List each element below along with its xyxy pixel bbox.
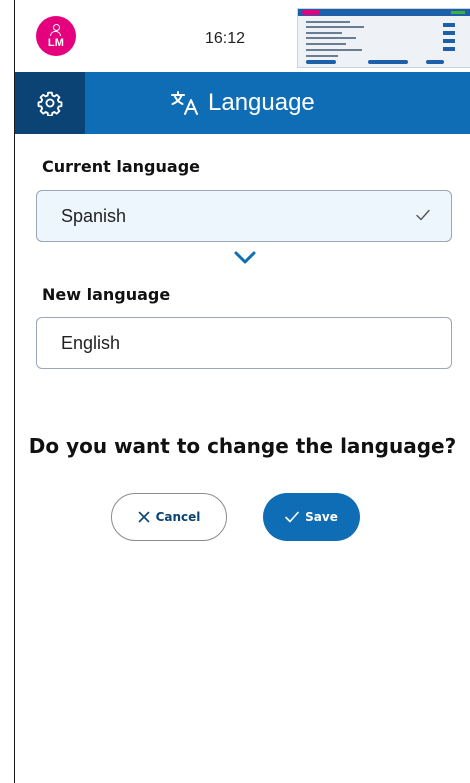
user-initials: LM <box>47 36 65 49</box>
chevron-down-icon <box>234 251 256 264</box>
cancel-button-label: Cancel <box>155 510 201 524</box>
close-icon <box>138 511 149 523</box>
header-bar: Language <box>15 72 470 134</box>
cancel-button[interactable]: Cancel <box>111 493 227 541</box>
translate-icon <box>171 91 198 115</box>
clock: 16:12 <box>204 30 246 47</box>
current-language-label: Current language <box>42 157 200 176</box>
page-title: Language <box>170 72 315 134</box>
current-language-field: Spanish <box>36 190 452 242</box>
save-button[interactable]: Save <box>263 493 360 541</box>
current-language-value: Spanish <box>61 205 127 226</box>
settings-button[interactable] <box>15 72 85 134</box>
page-title-text: Language <box>208 89 315 116</box>
screen-thumbnail[interactable] <box>297 8 470 68</box>
user-avatar[interactable]: LM <box>36 16 76 56</box>
new-language-select[interactable]: English <box>36 317 452 369</box>
confirm-question: Do you want to change the language? <box>28 434 457 458</box>
check-icon <box>416 209 430 221</box>
app-frame: LM 16:12 Language Current language Spani… <box>14 0 470 783</box>
person-icon <box>50 23 62 37</box>
check-icon <box>285 511 299 523</box>
save-button-label: Save <box>305 510 338 524</box>
new-language-label: New language <box>42 285 171 304</box>
new-language-value: English <box>61 332 121 353</box>
gear-icon <box>37 91 63 116</box>
status-bar: LM 16:12 <box>15 0 470 72</box>
